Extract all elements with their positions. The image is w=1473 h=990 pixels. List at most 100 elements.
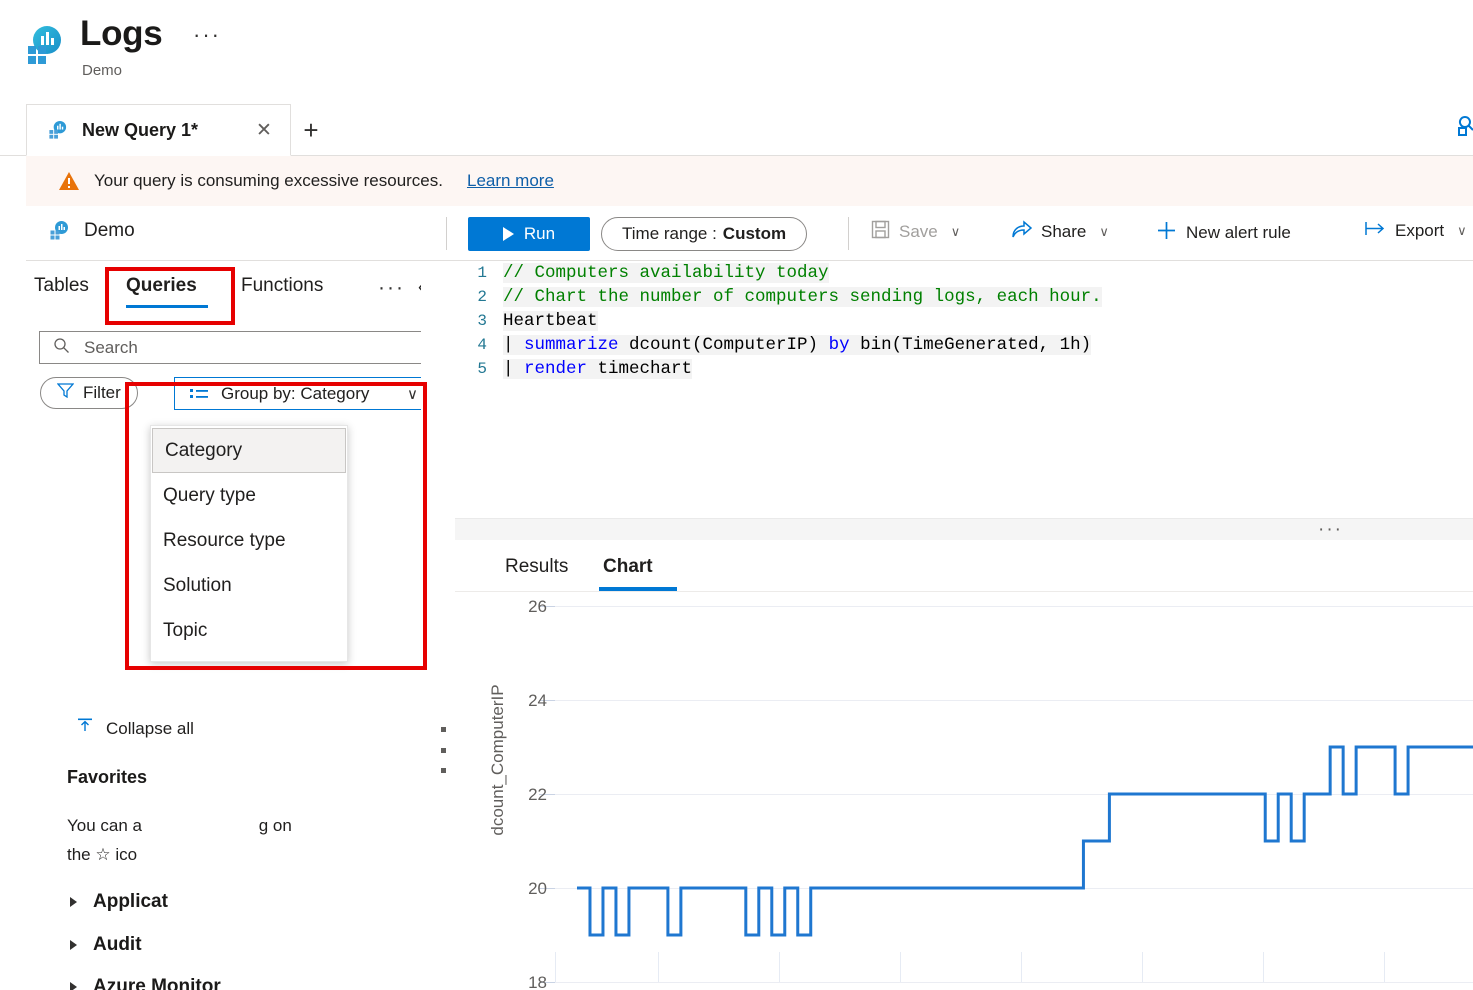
- query-editor[interactable]: 1 // Computers availability today 2 // C…: [455, 261, 1473, 518]
- tab-results[interactable]: Results: [505, 556, 568, 578]
- favorites-description-part-3: the ☆ ico: [67, 845, 138, 864]
- favorites-description: You can a g on the ☆ ico: [67, 811, 417, 869]
- tree-item-application[interactable]: Applicat: [48, 881, 421, 924]
- code-text: Heartbeat: [503, 311, 598, 331]
- add-query-tab-button[interactable]: +: [298, 117, 324, 144]
- chart-plot: [577, 745, 1473, 937]
- code-segment: timechart: [587, 359, 693, 379]
- time-range-button[interactable]: Time range : Custom: [601, 217, 808, 251]
- save-icon: [871, 220, 890, 244]
- favorites-description-part-2: g on: [258, 816, 292, 835]
- scope-selector[interactable]: Demo: [48, 220, 135, 242]
- dropdown-option-query-type[interactable]: Query type: [151, 473, 347, 518]
- command-bar: Demo Run Time range : Custom Save ∨ Shar…: [26, 206, 1473, 261]
- tree-item-label: Azure Monitor: [93, 976, 221, 990]
- group-by-icon: [189, 382, 209, 405]
- page-title: Logs: [80, 14, 163, 53]
- scope-icon: [48, 220, 70, 242]
- play-icon: [502, 227, 514, 241]
- save-button-label: Save: [899, 222, 938, 241]
- collapse-all-button[interactable]: Collapse all: [76, 717, 194, 740]
- tab-chart[interactable]: Chart: [603, 556, 653, 578]
- query-category-tree: Applicat Audit Azure Monitor Azure Resou…: [48, 881, 421, 990]
- run-button-label: Run: [523, 224, 556, 243]
- page-subtitle: Demo: [82, 62, 123, 79]
- new-alert-rule-button[interactable]: New alert rule: [1156, 220, 1291, 246]
- tree-item-azure-monitor[interactable]: Azure Monitor: [48, 966, 421, 990]
- dropdown-option-topic[interactable]: Topic: [151, 608, 347, 653]
- chevron-right-icon: [70, 897, 77, 908]
- tree-item-label: Audit: [93, 933, 142, 955]
- code-segment: summarize: [524, 335, 619, 355]
- logs-app-icon: [22, 24, 66, 68]
- group-by-label: Group by: Category: [221, 383, 370, 403]
- chevron-down-icon: ∨: [407, 385, 418, 403]
- group-by-dropdown-menu: Category Query type Resource type Soluti…: [150, 425, 348, 662]
- chart-line-series: [577, 745, 1473, 937]
- results-tabs: Results Chart: [455, 546, 1473, 592]
- code-text: | render timechart: [503, 359, 693, 379]
- dropdown-option-resource-type[interactable]: Resource type: [151, 518, 347, 563]
- chevron-down-icon: ∨: [1099, 224, 1109, 239]
- line-number: 3: [477, 312, 487, 330]
- share-button-label: Share: [1041, 222, 1087, 241]
- line-number: 1: [477, 264, 487, 282]
- code-line: 2 // Chart the number of computers sendi…: [455, 285, 1473, 309]
- line-number: 2: [477, 288, 487, 306]
- tab-queries[interactable]: Queries: [126, 275, 197, 297]
- code-text: // Computers availability today: [503, 263, 829, 283]
- collapse-panel-icon[interactable]: «: [418, 277, 421, 299]
- query-tab-icon: [47, 120, 68, 141]
- search-input[interactable]: [82, 336, 402, 359]
- tree-item-label: Applicat: [93, 891, 168, 913]
- splitter-dot: [441, 768, 446, 773]
- code-segment: bin(TimeGenerated, 1h): [849, 335, 1092, 355]
- tab-tables[interactable]: Tables: [34, 275, 89, 297]
- export-icon: [1364, 220, 1386, 242]
- share-button[interactable]: Share ∨: [1011, 220, 1109, 244]
- chart-area: dcount_ComputerIP 26 24 22 20 18: [455, 592, 1473, 990]
- query-tab-new-query-1[interactable]: New Query 1* ✕: [26, 104, 291, 156]
- chevron-right-icon: [70, 982, 77, 990]
- learn-more-link[interactable]: Learn more: [467, 171, 554, 191]
- plus-icon: [1156, 220, 1177, 246]
- tree-item-audit[interactable]: Audit: [48, 924, 421, 967]
- export-button-label: Export: [1395, 221, 1445, 240]
- filter-button[interactable]: Filter: [40, 377, 138, 409]
- code-line: 1 // Computers availability today: [455, 261, 1473, 285]
- panel-splitter[interactable]: [437, 261, 449, 990]
- run-button[interactable]: Run: [468, 217, 590, 251]
- tab-chart-underline: [599, 587, 677, 591]
- scope-name: Demo: [84, 220, 135, 241]
- results-more-button[interactable]: ···: [1318, 520, 1343, 539]
- page-title-more-button[interactable]: ···: [193, 24, 221, 46]
- code-segment: dcount(ComputerIP): [618, 335, 829, 355]
- chevron-down-icon: ∨: [1457, 223, 1467, 238]
- close-icon[interactable]: ✕: [254, 121, 274, 141]
- command-bar-divider-1: [446, 217, 447, 250]
- left-panel-more-button[interactable]: ···: [378, 277, 405, 298]
- code-line: 5 | render timechart: [455, 357, 1473, 381]
- share-icon: [1011, 220, 1033, 244]
- tab-functions[interactable]: Functions: [241, 275, 323, 297]
- filter-label: Filter: [83, 383, 121, 402]
- dropdown-option-category[interactable]: Category: [152, 428, 346, 473]
- save-button[interactable]: Save ∨: [871, 220, 960, 244]
- line-number: 5: [477, 360, 487, 378]
- group-by-button[interactable]: Group by: Category ∨: [174, 377, 421, 410]
- export-button[interactable]: Export ∨: [1364, 220, 1467, 242]
- chevron-down-icon: ∨: [950, 224, 961, 239]
- left-panel-tabs: Tables Queries Functions ··· «: [26, 261, 421, 313]
- time-range-label: Time range :: [622, 224, 717, 243]
- warning-text: Your query is consuming excessive resour…: [94, 171, 443, 190]
- splitter-handle[interactable]: [441, 727, 446, 773]
- dropdown-option-solution[interactable]: Solution: [151, 563, 347, 608]
- collapse-all-icon: [76, 717, 94, 740]
- code-text: | summarize dcount(ComputerIP) by bin(Ti…: [503, 335, 1092, 355]
- code-text: // Chart the number of computers sending…: [503, 287, 1102, 307]
- code-segment: |: [503, 359, 525, 379]
- code-segment: |: [503, 335, 525, 355]
- line-number: 4: [477, 336, 487, 354]
- search-box[interactable]: [39, 331, 421, 364]
- code-line: 3 Heartbeat: [455, 309, 1473, 333]
